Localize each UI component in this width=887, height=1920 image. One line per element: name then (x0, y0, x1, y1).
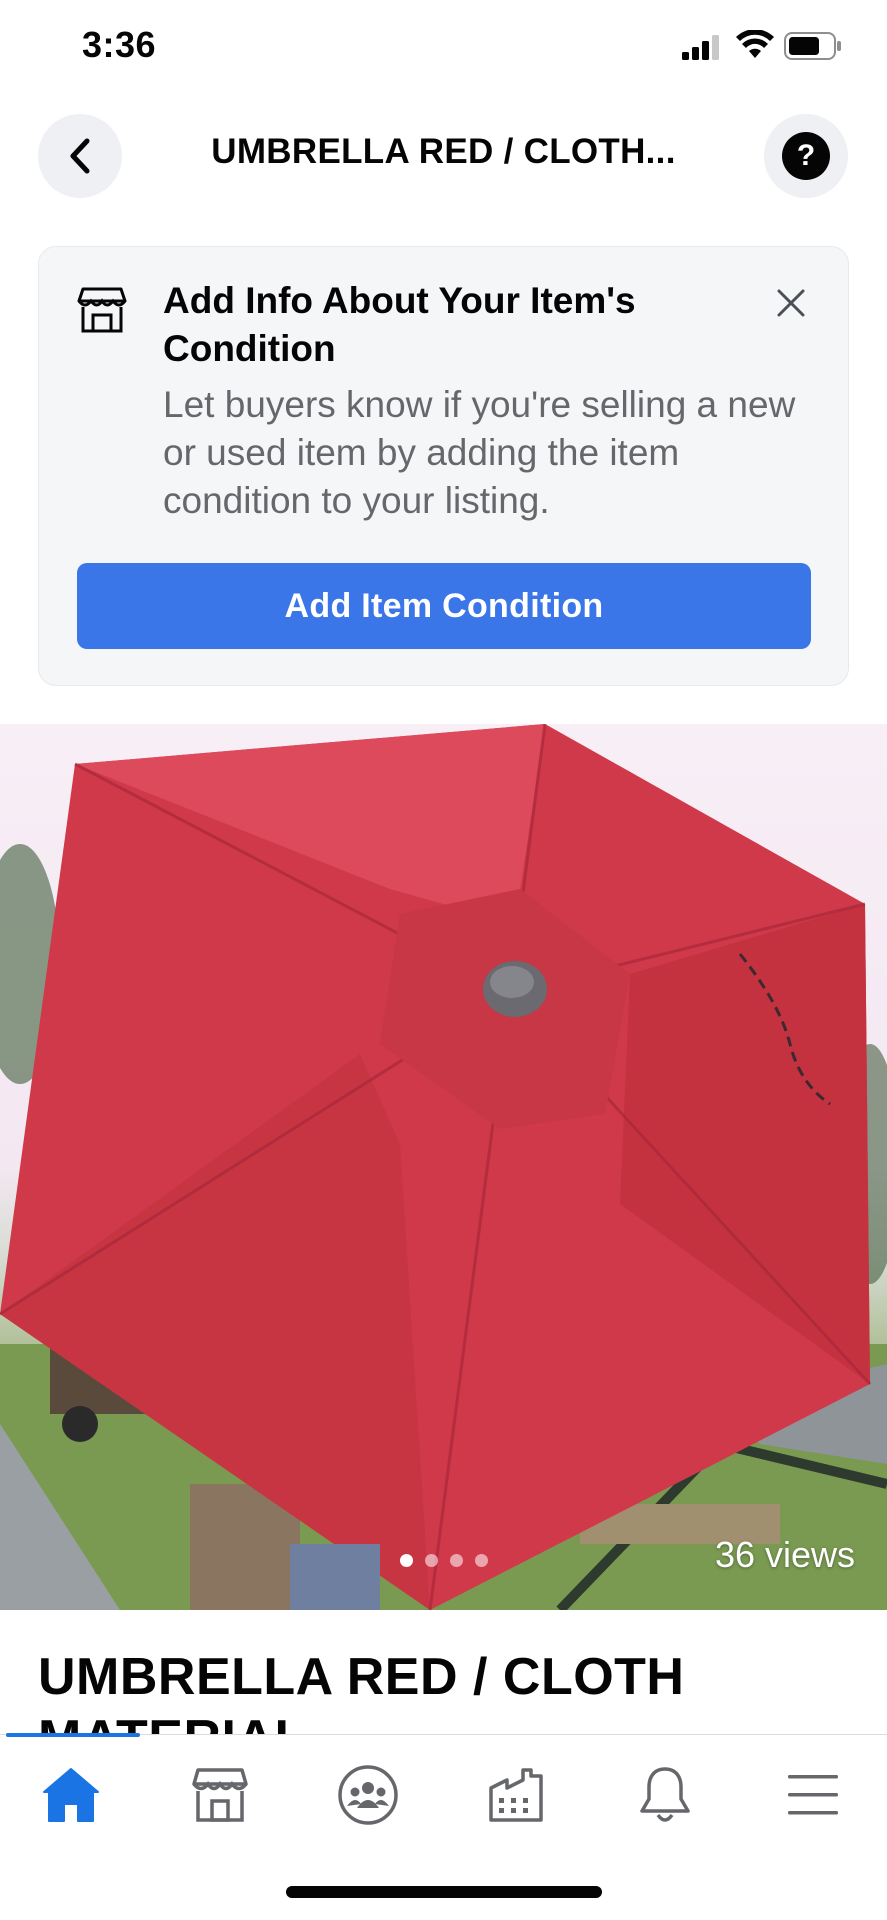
status-time: 3:36 (82, 24, 157, 65)
status-bar: 3:36 (0, 0, 887, 96)
card-description: Let buyers know if you're selling a new … (163, 384, 796, 521)
views-count: 36 views (714, 1534, 855, 1575)
question-mark-icon: ? (782, 132, 830, 180)
nav-groups[interactable] (323, 1759, 413, 1831)
carousel-dot[interactable] (475, 1554, 488, 1567)
help-button[interactable]: ? (764, 114, 848, 198)
screen: 3:36 UMBRELLA RED / CLOTH... ? Add Info … (0, 0, 887, 1920)
page-title: UMBRELLA RED / CLOTH... (211, 132, 676, 171)
store-icon (77, 287, 127, 333)
signal-icon (682, 35, 719, 60)
condition-info-card: Add Info About Your Item's Condition Let… (38, 246, 849, 686)
home-indicator[interactable] (286, 1886, 602, 1898)
notifications-icon (640, 1767, 690, 1822)
chevron-left-icon (70, 138, 90, 174)
nav-pages[interactable] (471, 1759, 561, 1831)
battery-icon (784, 32, 841, 60)
nav-notifications[interactable] (620, 1759, 710, 1831)
listing-photo[interactable]: 36 views (0, 724, 887, 1610)
nav-home[interactable] (26, 1759, 116, 1831)
carousel-dot[interactable] (400, 1554, 413, 1567)
back-button[interactable] (38, 114, 122, 198)
nav-marketplace[interactable] (175, 1759, 265, 1831)
card-title: Add Info About Your Item's Condition (163, 280, 636, 369)
marketplace-icon (192, 1768, 248, 1822)
umbrella-photo (0, 724, 887, 1610)
add-item-condition-button[interactable]: Add Item Condition (77, 563, 811, 649)
menu-icon (788, 1775, 838, 1815)
wifi-icon (736, 30, 774, 58)
close-icon[interactable] (771, 283, 811, 323)
pages-icon (489, 1768, 543, 1822)
home-icon (43, 1768, 99, 1822)
carousel-dot[interactable] (450, 1554, 463, 1567)
carousel-dot[interactable] (425, 1554, 438, 1567)
header: UMBRELLA RED / CLOTH... ? (0, 112, 887, 198)
groups-icon (338, 1765, 398, 1825)
active-tab-indicator (6, 1733, 140, 1737)
nav-menu[interactable] (768, 1759, 858, 1831)
carousel-dots (400, 1554, 488, 1567)
